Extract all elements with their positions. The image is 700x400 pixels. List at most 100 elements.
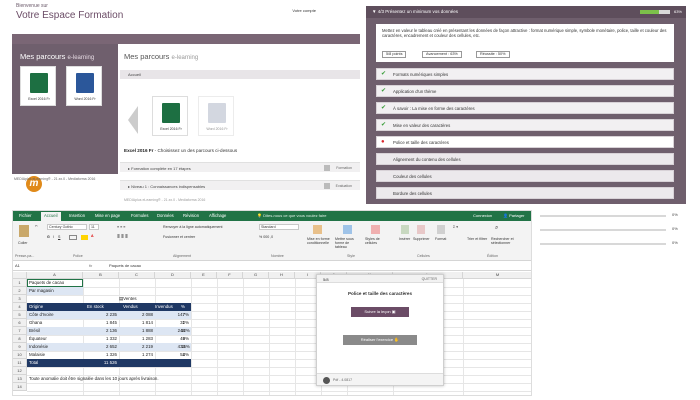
paste-icon[interactable] [19, 225, 29, 237]
borders-icon[interactable] [69, 235, 77, 240]
tab-insert[interactable]: Insertion [69, 213, 85, 218]
value-cell[interactable]: 2 088 [119, 311, 153, 319]
indent-icons[interactable]: ≣ ≣ ≣ [117, 235, 128, 239]
delete-button[interactable]: Supprimer [413, 237, 430, 241]
tab-file[interactable]: Fichier [19, 213, 32, 218]
checklist-item-current[interactable]: ● Police et taille des caractères [376, 136, 674, 148]
col-header[interactable]: M [463, 272, 531, 279]
align-icons[interactable]: ≡ ≡ ≡ [117, 225, 125, 229]
font-size-select[interactable]: 11 [89, 224, 99, 230]
wrap-text-button[interactable]: Renvoyer à la ligne automatiquement [163, 225, 223, 229]
follow-lesson-button[interactable]: Suivre la leçon ▣ [351, 307, 409, 317]
breadcrumb-home[interactable]: Accueil [128, 72, 141, 77]
cell-subtitle[interactable]: Par magasin [29, 287, 54, 295]
tab-formulas[interactable]: Formules [131, 213, 148, 218]
origin-cell[interactable]: Brésil [29, 327, 40, 335]
origin-cell[interactable]: Ghana [29, 319, 42, 327]
value-cell[interactable]: 2 136 [83, 327, 117, 335]
origin-cell[interactable]: Côte d'Ivoire [29, 311, 54, 319]
row-header[interactable]: 1 [13, 279, 27, 287]
format-cells-icon[interactable] [437, 225, 445, 234]
value-cell[interactable]: 1 274 [119, 351, 153, 359]
checklist-item[interactable]: ✔ À savoir : La mise en forme des caract… [376, 102, 674, 114]
tab-page-layout[interactable]: Mise en page [95, 213, 120, 218]
merge-center-button[interactable]: Fusionner et centrer [163, 235, 195, 239]
number-format-icons[interactable]: % 000 ,0 [259, 235, 273, 239]
value-cell[interactable]: 1 332 [83, 335, 117, 343]
table-header-cell[interactable]: Vendus [123, 303, 138, 311]
course-row-action[interactable]: Evaluation [336, 184, 352, 188]
value-cell[interactable]: 1 888 [119, 327, 153, 335]
origin-cell[interactable]: Indonésie [29, 343, 48, 351]
share-button[interactable]: 👤 Partager [503, 213, 524, 218]
cell-title[interactable]: Paquets de cacao [29, 279, 64, 287]
tab-view[interactable]: Affichage [209, 213, 226, 218]
table-format-icon[interactable] [343, 225, 352, 234]
table-header-cell[interactable]: % [181, 303, 185, 311]
row-header[interactable]: 3 [13, 295, 27, 303]
font-color-icon[interactable]: A [91, 234, 94, 238]
row-header[interactable]: 8 [13, 335, 27, 343]
total-label[interactable]: Total [29, 359, 38, 367]
table-header-cell[interactable]: Invendus [155, 303, 173, 311]
table-header-cell[interactable]: En stock [87, 303, 104, 311]
value-cell[interactable]: 2 235 [83, 311, 117, 319]
course-row[interactable]: ▸ Niveau 1 : Connaissances indispensable… [120, 180, 360, 190]
col-header[interactable]: D [155, 272, 191, 279]
find-select-button[interactable]: Rechercher et sélectionner [491, 237, 525, 245]
checklist-item[interactable]: Couleur des cellules [376, 170, 674, 182]
tab-home[interactable]: Accueil [41, 212, 61, 221]
value-cell[interactable]: 2% [181, 319, 189, 327]
row-header[interactable]: 14 [13, 383, 27, 391]
number-format-select[interactable]: Standard [259, 224, 299, 230]
format-button[interactable]: Format [435, 237, 446, 241]
note-cell[interactable]: Toute anomalie doit être signalée dans l… [29, 375, 159, 383]
account-link[interactable]: Votre compte [292, 8, 316, 13]
fx-icon[interactable]: fx [89, 263, 92, 268]
cut-icon[interactable]: ✂ [35, 224, 38, 228]
value-cell[interactable]: 7% [181, 311, 189, 319]
cell-unit-label[interactable]: ▤Ventes [119, 295, 137, 303]
name-box[interactable]: A1 [15, 263, 55, 270]
col-header[interactable]: G [243, 272, 269, 279]
autosum-icon[interactable]: Σ ▾ [453, 225, 458, 229]
table-header-cell[interactable]: Origine [29, 303, 43, 311]
row-header[interactable]: 13 [13, 375, 27, 383]
row-header[interactable]: 9 [13, 343, 27, 351]
checklist-item[interactable]: ✔ Formats numériques simples [376, 68, 674, 80]
value-cell[interactable]: 2 219 [119, 343, 153, 351]
delete-cells-icon[interactable] [417, 225, 425, 234]
row-header[interactable]: 2 [13, 287, 27, 295]
row-header[interactable]: 5 [13, 311, 27, 319]
col-header[interactable]: B [83, 272, 119, 279]
italic-icon[interactable]: I [53, 235, 54, 239]
cond-format-icon[interactable] [313, 225, 322, 234]
col-header[interactable]: C [119, 272, 155, 279]
do-exercise-button[interactable]: Réaliser l'exercice ✋ [343, 335, 417, 345]
sort-filter-button[interactable]: Trier et filtrer [467, 237, 489, 241]
course-row-action[interactable]: Formation [336, 166, 352, 170]
col-header[interactable]: E [191, 272, 217, 279]
origin-cell[interactable]: Équateur [29, 335, 47, 343]
total-value[interactable]: 11 526 [83, 359, 117, 367]
carousel-tile-word[interactable]: Word 2016 Fr [198, 96, 234, 136]
carousel-prev-icon[interactable] [128, 106, 138, 134]
carousel-tile-excel[interactable]: Excel 2016 Fr [152, 96, 188, 136]
checklist-item[interactable]: ✔ Application d'un thème [376, 85, 674, 97]
row-header[interactable]: 4 [13, 303, 27, 311]
fill-color-icon[interactable] [81, 235, 88, 240]
tab-review[interactable]: Révision [183, 213, 199, 218]
sign-in-link[interactable]: Connexion [473, 213, 492, 218]
col-header[interactable]: F [217, 272, 243, 279]
value-cell[interactable]: 4% [181, 335, 189, 343]
cond-format-button[interactable]: Mise en forme conditionnelle [307, 237, 333, 245]
course-tile-excel[interactable]: Excel 2016 Fr [20, 66, 56, 106]
course-tile-word[interactable]: Word 2016 Fr [66, 66, 102, 106]
row-header[interactable]: 6 [13, 319, 27, 327]
value-cell[interactable]: 16% [181, 343, 190, 351]
find-icon[interactable]: ⌕ [495, 225, 498, 232]
checklist-item[interactable]: ✔ Mise en valeur des caractères [376, 119, 674, 131]
origin-cell[interactable]: Malaisie [29, 351, 45, 359]
row-header[interactable]: 12 [13, 367, 27, 375]
checklist-item[interactable]: Bordure des cellules [376, 187, 674, 199]
